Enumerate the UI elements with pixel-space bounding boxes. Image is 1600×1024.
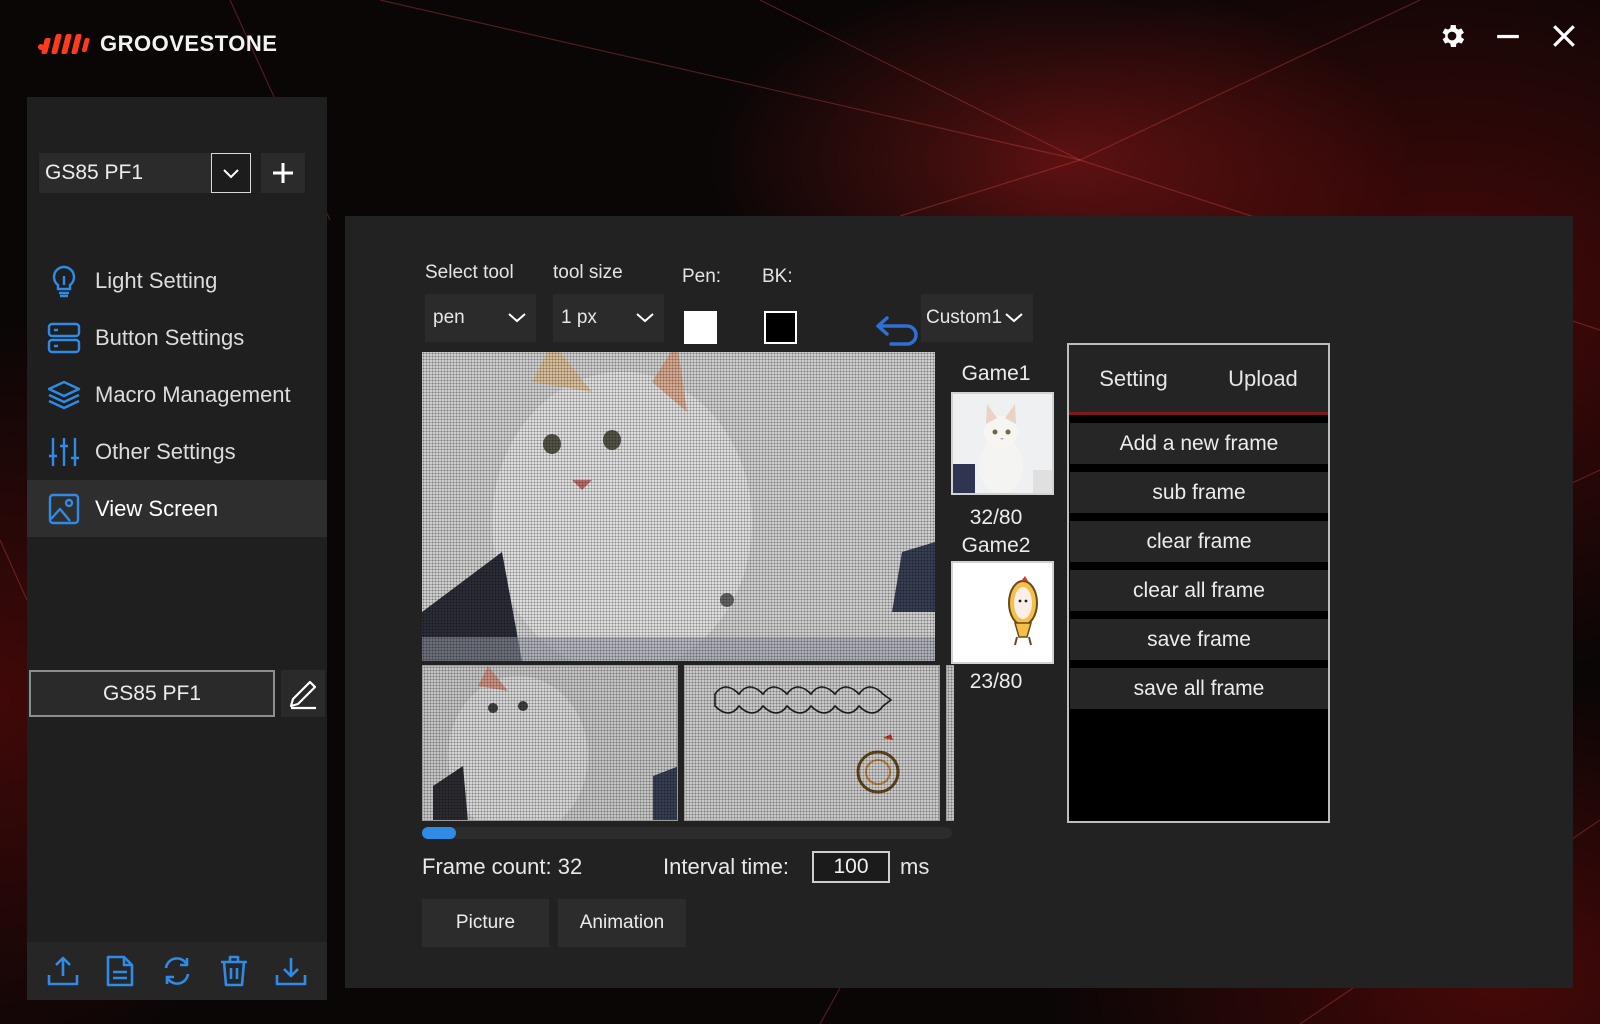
game2-thumbnail[interactable]	[951, 561, 1054, 664]
game2-label: Game2	[961, 534, 1031, 557]
frame-thumbnail[interactable]	[684, 665, 940, 821]
edit-profile-name-button[interactable]	[281, 670, 325, 717]
sidebar-item-macro-management[interactable]: Macro Management	[27, 366, 327, 423]
refresh-button[interactable]	[157, 951, 197, 991]
close-button[interactable]	[1546, 18, 1582, 54]
preset-dropdown[interactable]: Custom1	[921, 294, 1033, 342]
sidebar-action-bar	[27, 942, 327, 1000]
undo-icon[interactable]	[875, 314, 921, 346]
frame-operations-panel: Setting Upload Add a new frame sub frame…	[1067, 343, 1330, 823]
pen-color-label: Pen:	[682, 266, 722, 287]
save-all-frame-button[interactable]: save all frame	[1070, 668, 1328, 709]
frame-strip-scroll-thumb[interactable]	[422, 827, 456, 839]
chevron-down-icon	[223, 169, 239, 179]
chevron-down-icon	[636, 313, 654, 323]
sidebar: GS85 PF1 Light Setting Button Settings M…	[27, 97, 327, 1000]
tool-size-value: 1 px	[561, 307, 597, 328]
settings-button[interactable]	[1434, 18, 1470, 54]
close-icon	[1553, 25, 1575, 47]
server-icon	[47, 321, 81, 355]
clear-all-frame-button[interactable]: clear all frame	[1070, 570, 1328, 611]
refresh-icon	[164, 957, 190, 985]
profile-name-field[interactable]: GS85 PF1	[29, 670, 275, 717]
chevron-down-icon	[1005, 313, 1023, 323]
sidebar-item-label: Button Settings	[95, 324, 245, 350]
brand-name: GROOVESTONE	[100, 31, 278, 56]
pencil-icon	[289, 680, 317, 709]
delete-button[interactable]	[214, 951, 254, 991]
frame-thumbnail[interactable]	[422, 665, 678, 821]
interval-time-label: Interval time:	[663, 854, 789, 879]
screen-preview-canvas[interactable]	[422, 352, 935, 661]
save-frame-button[interactable]: save frame	[1070, 619, 1328, 660]
plus-icon	[273, 163, 293, 183]
pen-color-swatch[interactable]	[684, 311, 717, 344]
clear-frame-button[interactable]: clear frame	[1070, 521, 1328, 562]
image-icon	[47, 492, 81, 526]
layers-icon	[47, 378, 81, 412]
download-button[interactable]	[271, 951, 311, 991]
frame-panel-tabs: Setting Upload	[1069, 345, 1328, 415]
brand-logo-mark	[38, 34, 90, 54]
lightbulb-icon	[47, 264, 81, 298]
frame-strip-scrollbar[interactable]	[422, 827, 952, 839]
pixel-grid-overlay	[423, 666, 677, 820]
sidebar-item-label: View Screen	[95, 495, 219, 521]
sidebar-item-label: Macro Management	[95, 381, 291, 407]
add-new-frame-button[interactable]: Add a new frame	[1070, 423, 1328, 464]
game1-label: Game1	[961, 362, 1031, 385]
frame-thumbnail-strip	[422, 665, 954, 821]
interval-time-input[interactable]	[812, 851, 890, 883]
game1-thumbnail[interactable]	[951, 392, 1054, 495]
sidebar-item-label: Other Settings	[95, 438, 236, 464]
pixel-grid-overlay	[422, 352, 935, 661]
tab-setting[interactable]: Setting	[1099, 366, 1168, 392]
cartoon-character-image	[953, 563, 1052, 662]
select-tool-dropdown[interactable]: pen	[425, 294, 536, 342]
background-color-swatch[interactable]	[764, 311, 797, 344]
minimize-icon	[1497, 34, 1519, 39]
sidebar-item-button-settings[interactable]: Button Settings	[27, 309, 327, 366]
sliders-icon	[47, 435, 81, 469]
add-profile-button[interactable]	[261, 153, 305, 193]
profile-select-value: GS85 PF1	[45, 161, 144, 184]
cat-photo-image	[953, 394, 1052, 493]
game1-frame-count: 32/80	[969, 506, 1023, 529]
minimize-button[interactable]	[1490, 18, 1526, 54]
sub-frame-button[interactable]: sub frame	[1070, 472, 1328, 513]
interval-unit-label: ms	[900, 854, 930, 879]
document-icon	[106, 955, 134, 987]
tool-size-dropdown[interactable]: 1 px	[553, 294, 664, 342]
preset-value: Custom1	[926, 307, 1003, 328]
pixel-grid-overlay	[685, 666, 939, 820]
background-color-label: BK:	[762, 266, 793, 287]
game2-frame-count: 23/80	[969, 670, 1023, 693]
tool-size-label: tool size	[553, 262, 623, 283]
brand-logo: GROOVESTONE	[36, 30, 277, 58]
sidebar-item-other-settings[interactable]: Other Settings	[27, 423, 327, 480]
gear-icon	[1442, 25, 1465, 47]
sidebar-item-label: Light Setting	[95, 267, 218, 293]
animation-mode-button[interactable]: Animation	[558, 899, 686, 947]
profile-dropdown-button[interactable]	[211, 153, 251, 193]
view-screen-panel: Select tool pen tool size 1 px Pen: BK: …	[345, 216, 1573, 988]
frame-count-text: Frame count: 32	[422, 854, 583, 879]
document-button[interactable]	[100, 951, 140, 991]
sidebar-nav: Light Setting Button Settings Macro Mana…	[27, 252, 327, 537]
select-tool-label: Select tool	[425, 262, 514, 283]
chevron-down-icon	[508, 313, 526, 323]
upload-icon	[48, 956, 79, 986]
download-icon	[275, 958, 306, 986]
upload-button[interactable]	[43, 951, 83, 991]
sidebar-item-view-screen[interactable]: View Screen	[27, 480, 327, 537]
sidebar-item-light-setting[interactable]: Light Setting	[27, 252, 327, 309]
select-tool-value: pen	[433, 307, 465, 328]
picture-mode-button[interactable]: Picture	[422, 899, 549, 947]
tab-upload[interactable]: Upload	[1228, 366, 1298, 392]
trash-icon	[220, 955, 247, 987]
profile-select[interactable]: GS85 PF1	[39, 153, 251, 193]
